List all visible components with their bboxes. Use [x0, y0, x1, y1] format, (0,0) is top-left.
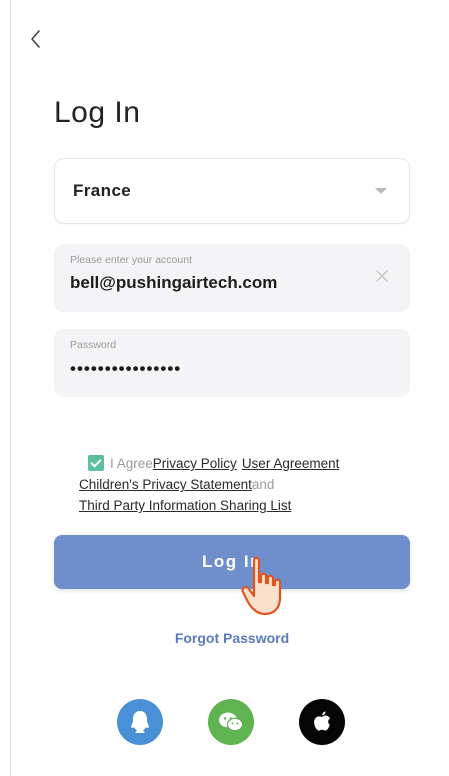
- account-label: Please enter your account: [70, 254, 192, 266]
- agreement-text: I AgreePrivacy Policy User Agreement Chil…: [79, 453, 399, 516]
- agree-prefix: I Agree: [110, 456, 153, 471]
- wechat-icon: [219, 712, 244, 732]
- forgot-password-link[interactable]: Forgot Password: [0, 630, 449, 646]
- privacy-policy-link[interactable]: Privacy Policy: [153, 456, 237, 471]
- password-label: Password: [70, 339, 117, 351]
- agree-checkbox[interactable]: [88, 455, 104, 471]
- clear-icon[interactable]: [374, 268, 390, 284]
- password-value: ••••••••••••••••: [70, 359, 182, 378]
- country-select[interactable]: France: [54, 158, 410, 224]
- chevron-left-icon: [31, 30, 40, 48]
- and-text: and: [251, 477, 275, 492]
- left-edge-divider: [10, 0, 11, 776]
- wechat-login-button[interactable]: [208, 699, 254, 745]
- childrens-privacy-link[interactable]: Children's Privacy Statement: [79, 477, 252, 492]
- back-button[interactable]: [22, 24, 48, 54]
- pointing-hand-icon: [241, 556, 282, 616]
- qq-login-button[interactable]: [117, 699, 163, 745]
- password-field[interactable]: Password ••••••••••••••••: [54, 329, 410, 397]
- apple-icon: [314, 711, 330, 731]
- qq-icon: [131, 711, 149, 733]
- country-value: France: [73, 181, 132, 200]
- third-party-sharing-link[interactable]: Third Party Information Sharing List: [79, 498, 291, 513]
- account-value: bell@pushingairtech.com: [70, 273, 278, 292]
- login-button[interactable]: Log In: [54, 535, 410, 589]
- apple-login-button[interactable]: [299, 699, 345, 745]
- page-title: Log In: [54, 96, 141, 129]
- user-agreement-link[interactable]: User Agreement: [242, 456, 340, 471]
- dropdown-arrow-icon: [375, 188, 387, 194]
- account-field[interactable]: Please enter your account bell@pushingai…: [54, 244, 410, 312]
